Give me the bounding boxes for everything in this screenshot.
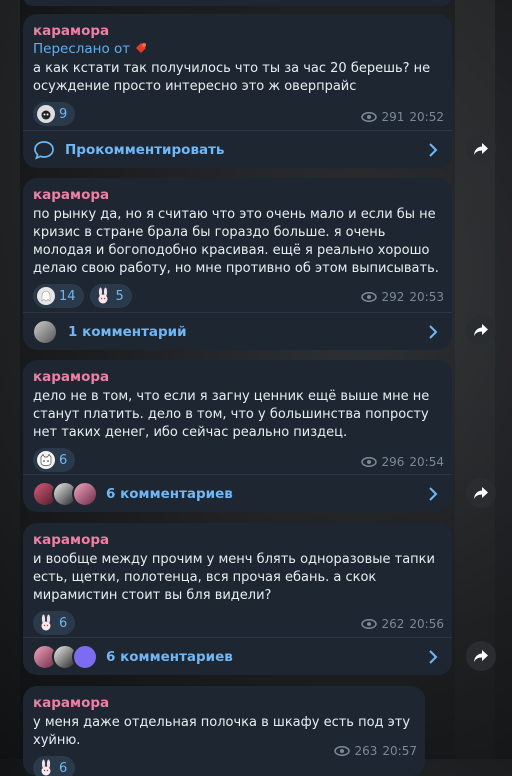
views-count: 292 <box>381 290 405 304</box>
comments-button[interactable]: 6 комментариев <box>23 637 452 675</box>
chevron-right-icon <box>429 487 438 501</box>
avatar <box>32 319 58 345</box>
views-icon <box>333 746 350 756</box>
message-bubble-previous <box>23 0 452 6</box>
commenter-avatars <box>32 644 98 670</box>
message-bubble[interactable]: карамора по рынку да, но я считаю что эт… <box>23 178 452 350</box>
reaction[interactable]: 6 <box>33 756 76 776</box>
share-arrow-icon <box>474 487 488 499</box>
avatar <box>72 644 98 670</box>
reactions: 6 <box>33 756 415 776</box>
message-bubble[interactable]: карамора Переслано от а как кстати так п… <box>23 14 452 168</box>
chevron-right-icon <box>429 143 438 157</box>
kitty-sticker-icon <box>37 451 55 469</box>
reaction-count: 9 <box>59 106 68 122</box>
bunny-sticker-icon <box>37 759 55 776</box>
message-bubble[interactable]: карамора у меня даже отдельная полочка в… <box>23 686 425 776</box>
share-arrow-icon <box>474 650 488 662</box>
message-author[interactable]: карамора <box>33 368 442 386</box>
comments-label: Прокомментировать <box>65 142 225 158</box>
bunny-sticker-icon <box>94 287 112 305</box>
reaction-count: 6 <box>59 615 68 631</box>
reaction[interactable]: 6 <box>33 448 76 472</box>
chevron-right-icon <box>429 650 438 664</box>
forwarded-from[interactable]: Переслано от <box>33 40 442 58</box>
message-time: 20:52 <box>409 110 444 124</box>
views-icon <box>360 619 377 629</box>
chevron-right-icon <box>429 325 438 339</box>
views-count: 262 <box>381 617 405 631</box>
message-author[interactable]: карамора <box>33 531 442 549</box>
views-count: 291 <box>381 110 405 124</box>
share-button[interactable] <box>466 641 496 671</box>
comments-button[interactable]: 6 комментариев <box>23 474 452 512</box>
message-bubble[interactable]: карамора дело не в том, что если я загну… <box>23 360 452 512</box>
message-bubble[interactable]: карамора и вообще между прочим у менч бл… <box>23 523 452 675</box>
message-time: 20:54 <box>409 455 444 469</box>
reaction[interactable]: 5 <box>89 284 132 308</box>
comments-label: 6 комментариев <box>106 649 233 665</box>
message-text: а как кстати так получилось что ты за ча… <box>33 61 435 94</box>
comments-label: 6 комментариев <box>106 486 233 502</box>
reaction-count: 5 <box>115 288 124 304</box>
message-text: по рынку да, но я считаю что это очень м… <box>33 207 440 276</box>
views-count: 296 <box>381 455 405 469</box>
bunny-sticker-icon <box>37 614 55 632</box>
views-icon <box>360 112 377 122</box>
message-time: 20:56 <box>409 617 444 631</box>
comments-button[interactable]: 1 комментарий <box>23 312 452 350</box>
reaction-count: 14 <box>59 288 76 304</box>
commenter-avatars <box>32 319 58 345</box>
share-button[interactable] <box>466 478 496 508</box>
ghost-sticker-icon <box>37 287 55 305</box>
share-arrow-icon <box>474 324 488 336</box>
comment-icon <box>34 141 54 160</box>
reaction[interactable]: 6 <box>33 611 76 635</box>
commenter-avatars <box>32 481 98 507</box>
message-text: дело не в том, что если я загну ценник е… <box>33 389 434 440</box>
message-author[interactable]: карамора <box>33 22 442 40</box>
reaction[interactable]: 9 <box>33 102 76 126</box>
reaction-count: 6 <box>59 452 68 468</box>
message-text: и вообще между прочим у менч блять однор… <box>33 552 440 603</box>
message-meta: 291 20:52 <box>360 110 444 124</box>
message-author[interactable]: карамора <box>33 186 442 204</box>
message-meta: 263 20:57 <box>333 744 417 758</box>
message-time: 20:53 <box>409 290 444 304</box>
message-author[interactable]: карамора <box>33 694 415 712</box>
comments-button[interactable]: Прокомментировать <box>23 130 452 168</box>
reaction-count: 6 <box>59 760 68 776</box>
background-texture <box>0 0 20 759</box>
avatar <box>72 481 98 507</box>
views-icon <box>360 292 377 302</box>
forward-source-icon <box>136 43 147 53</box>
share-arrow-icon <box>474 143 488 155</box>
views-icon <box>360 457 377 467</box>
message-meta: 296 20:54 <box>360 455 444 469</box>
forwarded-label: Переслано от <box>33 41 131 57</box>
reaction[interactable]: 14 <box>33 284 84 308</box>
cat-sticker-icon <box>37 105 55 123</box>
comments-label: 1 комментарий <box>68 324 187 340</box>
message-meta: 262 20:56 <box>360 617 444 631</box>
message-time: 20:57 <box>382 744 417 758</box>
views-count: 263 <box>354 744 378 758</box>
share-button[interactable] <box>466 315 496 345</box>
message-meta: 292 20:53 <box>360 290 444 304</box>
share-button[interactable] <box>466 134 496 164</box>
